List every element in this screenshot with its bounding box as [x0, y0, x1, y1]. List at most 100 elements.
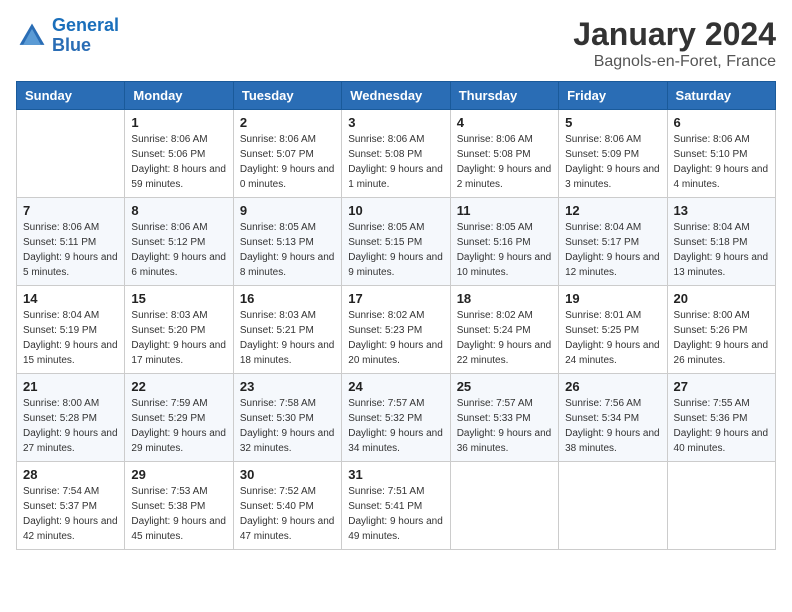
day-number: 8: [131, 203, 226, 218]
calendar-cell: 30Sunrise: 7:52 AMSunset: 5:40 PMDayligh…: [233, 462, 341, 550]
calendar-cell: 12 Sunrise: 8:04 AMSunset: 5:17 PMDayligh…: [559, 198, 667, 286]
calendar-cell: 31Sunrise: 7:51 AMSunset: 5:41 PMDayligh…: [342, 462, 450, 550]
day-number: 5: [565, 115, 660, 130]
calendar-cell: 29Sunrise: 7:53 AMSunset: 5:38 PMDayligh…: [125, 462, 233, 550]
calendar-cell: 9Sunrise: 8:05 AMSunset: 5:13 PMDaylight…: [233, 198, 341, 286]
day-info: Sunrise: 7:54 AMSunset: 5:37 PMDaylight:…: [23, 484, 118, 544]
day-number: 28: [23, 467, 118, 482]
calendar-cell: 17 Sunrise: 8:02 AMSunset: 5:23 PMDayligh…: [342, 286, 450, 374]
day-number: 27: [674, 379, 769, 394]
calendar-cell: 28 Sunrise: 7:54 AMSunset: 5:37 PMDayligh…: [17, 462, 125, 550]
calendar-cell: [667, 462, 775, 550]
calendar-cell: 1Sunrise: 8:06 AMSunset: 5:06 PMDaylight…: [125, 110, 233, 198]
page-title: January 2024: [573, 16, 776, 53]
logo-icon: [16, 20, 48, 52]
day-info: Sunrise: 7:55 AMSunset: 5:36 PMDaylight:…: [674, 396, 769, 456]
day-number: 23: [240, 379, 335, 394]
calendar-week-row: 14 Sunrise: 8:04 AMSunset: 5:19 PMDayligh…: [17, 286, 776, 374]
day-number: 21: [23, 379, 118, 394]
calendar-cell: 7 Sunrise: 8:06 AMSunset: 5:11 PMDaylight…: [17, 198, 125, 286]
day-info: Sunrise: 8:05 AMSunset: 5:13 PMDaylight:…: [240, 220, 335, 280]
calendar-cell: 21 Sunrise: 8:00 AMSunset: 5:28 PMDayligh…: [17, 374, 125, 462]
day-number: 24: [348, 379, 443, 394]
day-info: Sunrise: 8:06 AMSunset: 5:08 PMDaylight:…: [348, 132, 443, 192]
calendar-header-row: SundayMondayTuesdayWednesdayThursdayFrid…: [17, 82, 776, 110]
weekday-header: Monday: [125, 82, 233, 110]
calendar-week-row: 28 Sunrise: 7:54 AMSunset: 5:37 PMDayligh…: [17, 462, 776, 550]
calendar-cell: [17, 110, 125, 198]
day-number: 14: [23, 291, 118, 306]
weekday-header: Saturday: [667, 82, 775, 110]
day-info: Sunrise: 7:57 AMSunset: 5:33 PMDaylight:…: [457, 396, 552, 456]
day-number: 1: [131, 115, 226, 130]
calendar-cell: 5 Sunrise: 8:06 AMSunset: 5:09 PMDaylight…: [559, 110, 667, 198]
day-number: 7: [23, 203, 118, 218]
calendar-cell: 16 Sunrise: 8:03 AMSunset: 5:21 PMDayligh…: [233, 286, 341, 374]
page-header: General Blue January 2024 Bagnols-en-For…: [16, 16, 776, 71]
logo-text: General Blue: [52, 16, 119, 56]
calendar-cell: 26Sunrise: 7:56 AMSunset: 5:34 PMDayligh…: [559, 374, 667, 462]
day-number: 29: [131, 467, 226, 482]
weekday-header: Tuesday: [233, 82, 341, 110]
day-info: Sunrise: 8:03 AMSunset: 5:21 PMDaylight:…: [240, 308, 335, 368]
calendar-cell: 19 Sunrise: 8:01 AMSunset: 5:25 PMDayligh…: [559, 286, 667, 374]
day-info: Sunrise: 8:06 AMSunset: 5:08 PMDaylight:…: [457, 132, 552, 192]
day-info: Sunrise: 8:05 AMSunset: 5:15 PMDaylight:…: [348, 220, 443, 280]
day-info: Sunrise: 8:04 AMSunset: 5:17 PMDaylight:…: [565, 220, 660, 280]
weekday-header: Friday: [559, 82, 667, 110]
logo-line1: General: [52, 15, 119, 35]
calendar-cell: [450, 462, 558, 550]
calendar-cell: 23Sunrise: 7:58 AMSunset: 5:30 PMDayligh…: [233, 374, 341, 462]
calendar-cell: 2 Sunrise: 8:06 AMSunset: 5:07 PMDaylight…: [233, 110, 341, 198]
calendar-cell: 22Sunrise: 7:59 AMSunset: 5:29 PMDayligh…: [125, 374, 233, 462]
day-number: 3: [348, 115, 443, 130]
day-number: 20: [674, 291, 769, 306]
day-info: Sunrise: 7:57 AMSunset: 5:32 PMDaylight:…: [348, 396, 443, 456]
title-block: January 2024 Bagnols-en-Foret, France: [573, 16, 776, 71]
day-info: Sunrise: 7:59 AMSunset: 5:29 PMDaylight:…: [131, 396, 226, 456]
day-info: Sunrise: 8:04 AMSunset: 5:19 PMDaylight:…: [23, 308, 118, 368]
day-info: Sunrise: 8:03 AMSunset: 5:20 PMDaylight:…: [131, 308, 226, 368]
calendar-week-row: 1Sunrise: 8:06 AMSunset: 5:06 PMDaylight…: [17, 110, 776, 198]
day-number: 19: [565, 291, 660, 306]
day-info: Sunrise: 7:52 AMSunset: 5:40 PMDaylight:…: [240, 484, 335, 544]
page-subtitle: Bagnols-en-Foret, France: [573, 53, 776, 71]
day-info: Sunrise: 8:06 AMSunset: 5:07 PMDaylight:…: [240, 132, 335, 192]
day-info: Sunrise: 8:00 AMSunset: 5:28 PMDaylight:…: [23, 396, 118, 456]
calendar-cell: 4 Sunrise: 8:06 AMSunset: 5:08 PMDaylight…: [450, 110, 558, 198]
day-number: 16: [240, 291, 335, 306]
day-number: 6: [674, 115, 769, 130]
calendar-cell: 10 Sunrise: 8:05 AMSunset: 5:15 PMDayligh…: [342, 198, 450, 286]
calendar-cell: 18 Sunrise: 8:02 AMSunset: 5:24 PMDayligh…: [450, 286, 558, 374]
calendar-cell: 24 Sunrise: 7:57 AMSunset: 5:32 PMDayligh…: [342, 374, 450, 462]
calendar-table: SundayMondayTuesdayWednesdayThursdayFrid…: [16, 81, 776, 550]
day-number: 18: [457, 291, 552, 306]
day-info: Sunrise: 8:01 AMSunset: 5:25 PMDaylight:…: [565, 308, 660, 368]
day-info: Sunrise: 8:06 AMSunset: 5:10 PMDaylight:…: [674, 132, 769, 192]
day-info: Sunrise: 8:02 AMSunset: 5:23 PMDaylight:…: [348, 308, 443, 368]
calendar-cell: 20Sunrise: 8:00 AMSunset: 5:26 PMDayligh…: [667, 286, 775, 374]
day-number: 4: [457, 115, 552, 130]
day-number: 26: [565, 379, 660, 394]
logo-line2: Blue: [52, 35, 91, 55]
calendar-cell: 27 Sunrise: 7:55 AMSunset: 5:36 PMDayligh…: [667, 374, 775, 462]
day-info: Sunrise: 8:06 AMSunset: 5:09 PMDaylight:…: [565, 132, 660, 192]
day-number: 12: [565, 203, 660, 218]
calendar-cell: 11Sunrise: 8:05 AMSunset: 5:16 PMDayligh…: [450, 198, 558, 286]
day-info: Sunrise: 8:04 AMSunset: 5:18 PMDaylight:…: [674, 220, 769, 280]
day-info: Sunrise: 8:06 AMSunset: 5:11 PMDaylight:…: [23, 220, 118, 280]
calendar-cell: 14 Sunrise: 8:04 AMSunset: 5:19 PMDayligh…: [17, 286, 125, 374]
calendar-cell: [559, 462, 667, 550]
calendar-cell: 13Sunrise: 8:04 AMSunset: 5:18 PMDayligh…: [667, 198, 775, 286]
day-info: Sunrise: 8:06 AMSunset: 5:12 PMDaylight:…: [131, 220, 226, 280]
day-info: Sunrise: 8:02 AMSunset: 5:24 PMDaylight:…: [457, 308, 552, 368]
weekday-header: Thursday: [450, 82, 558, 110]
calendar-cell: 25 Sunrise: 7:57 AMSunset: 5:33 PMDayligh…: [450, 374, 558, 462]
day-info: Sunrise: 7:51 AMSunset: 5:41 PMDaylight:…: [348, 484, 443, 544]
day-number: 10: [348, 203, 443, 218]
day-number: 25: [457, 379, 552, 394]
calendar-cell: 15Sunrise: 8:03 AMSunset: 5:20 PMDayligh…: [125, 286, 233, 374]
day-number: 2: [240, 115, 335, 130]
day-number: 17: [348, 291, 443, 306]
weekday-header: Wednesday: [342, 82, 450, 110]
